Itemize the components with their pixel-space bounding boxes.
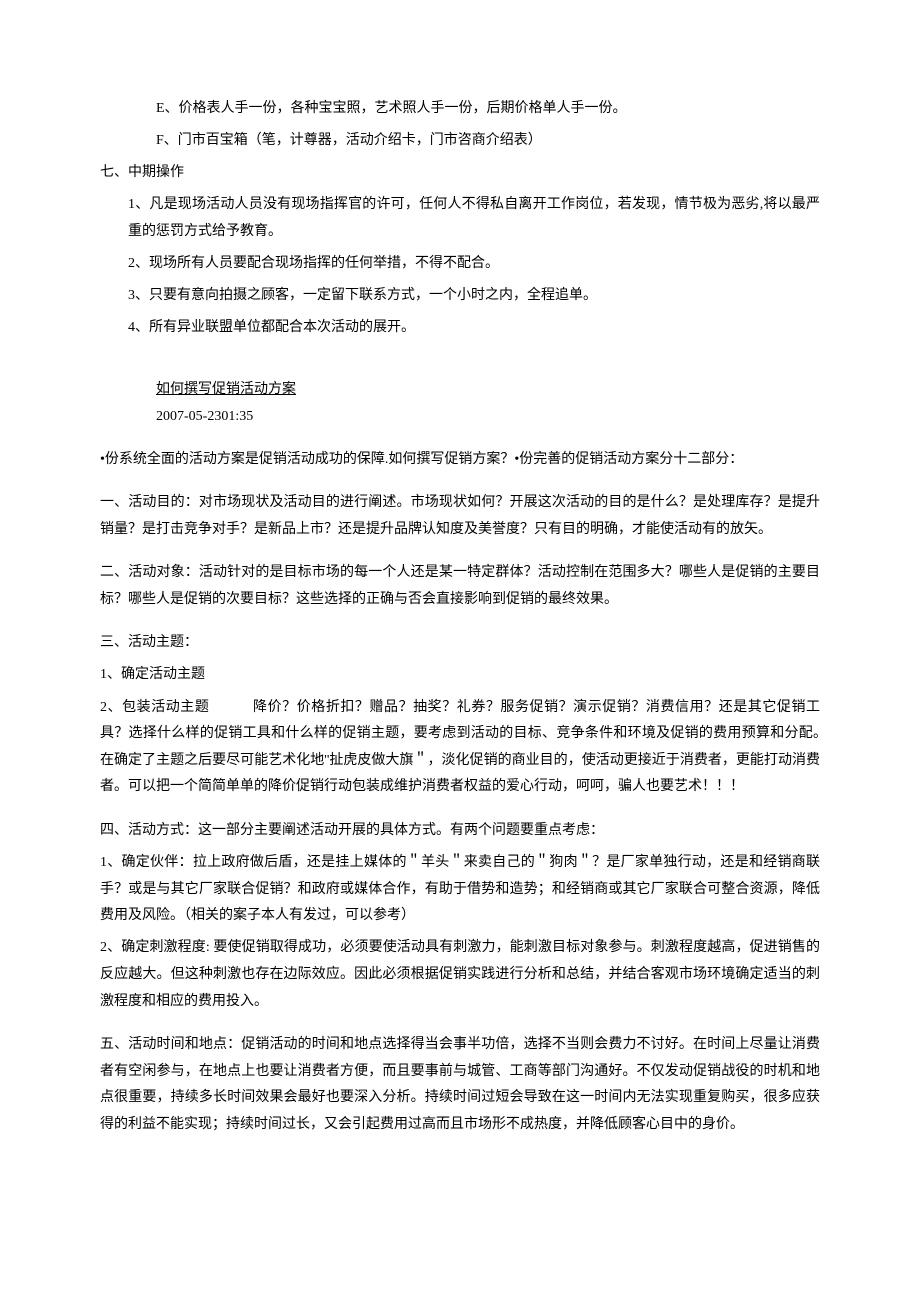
list-item-f: F、门市百宝箱（笔，计尊器，活动介绍卡，门市咨商介绍表） — [100, 128, 820, 155]
seven-item-4: 4、所有异业联盟单位都配合本次活动的展开。 — [100, 315, 820, 342]
section-seven-title: 七、中期操作 — [100, 160, 820, 187]
section-5: 五、活动时间和地点：促销活动的时间和地点选择得当会事半功倍，选择不当则会费力不讨… — [100, 1032, 820, 1138]
article-intro: •份系统全面的活动方案是促销活动成功的保障.如何撰写促销方案？•份完善的促销活动… — [100, 447, 820, 474]
seven-item-2: 2、现场所有人员要配合现场指挥的任何举措，不得不配合。 — [100, 251, 820, 278]
seven-item-3: 3、只要有意向拍摄之顾客，一定留下联系方式，一个小时之内，全程追单。 — [100, 283, 820, 310]
section-1: 一、活动目的：对市场现状及活动目的进行阐述。市场现状如何？开展这次活动的目的是什… — [100, 490, 820, 543]
article-title: 如何撰写促销活动方案 — [100, 377, 820, 404]
seven-item-1: 1、凡是现场活动人员没有现场指挥官的许可，任何人不得私自离开工作岗位，若发现，情… — [100, 192, 820, 245]
article-timestamp: 2007-05-2301:35 — [100, 404, 820, 431]
section-4-item-2: 2、确定刺激程度: 要使促销取得成功，必须要使活动具有刺激力，能刺激目标对象参与… — [100, 935, 820, 1015]
section-4-item-1: 1、确定伙伴：拉上政府做后盾，还是挂上媒体的＂羊头＂来卖自己的＂狗肉＂？是厂家单… — [100, 850, 820, 930]
list-item-e: E、价格表人手一份，各种宝宝照，艺术照人手一份，后期价格单人手一份。 — [100, 96, 820, 123]
section-2: 二、活动对象：活动针对的是目标市场的每一个人还是某一特定群体？活动控制在范围多大… — [100, 560, 820, 613]
section-3-heading: 三、活动主题： — [100, 630, 820, 657]
section-3-item-1: 1、确定活动主题 — [100, 662, 820, 689]
section-3-item-2: 2、包装活动主题 降价？价格折扣？赠品？抽奖？礼券？服务促销？演示促销？消费信用… — [100, 695, 820, 801]
section-4-heading: 四、活动方式：这一部分主要阐述活动开展的具体方式。有两个问题要重点考虑： — [100, 818, 820, 845]
